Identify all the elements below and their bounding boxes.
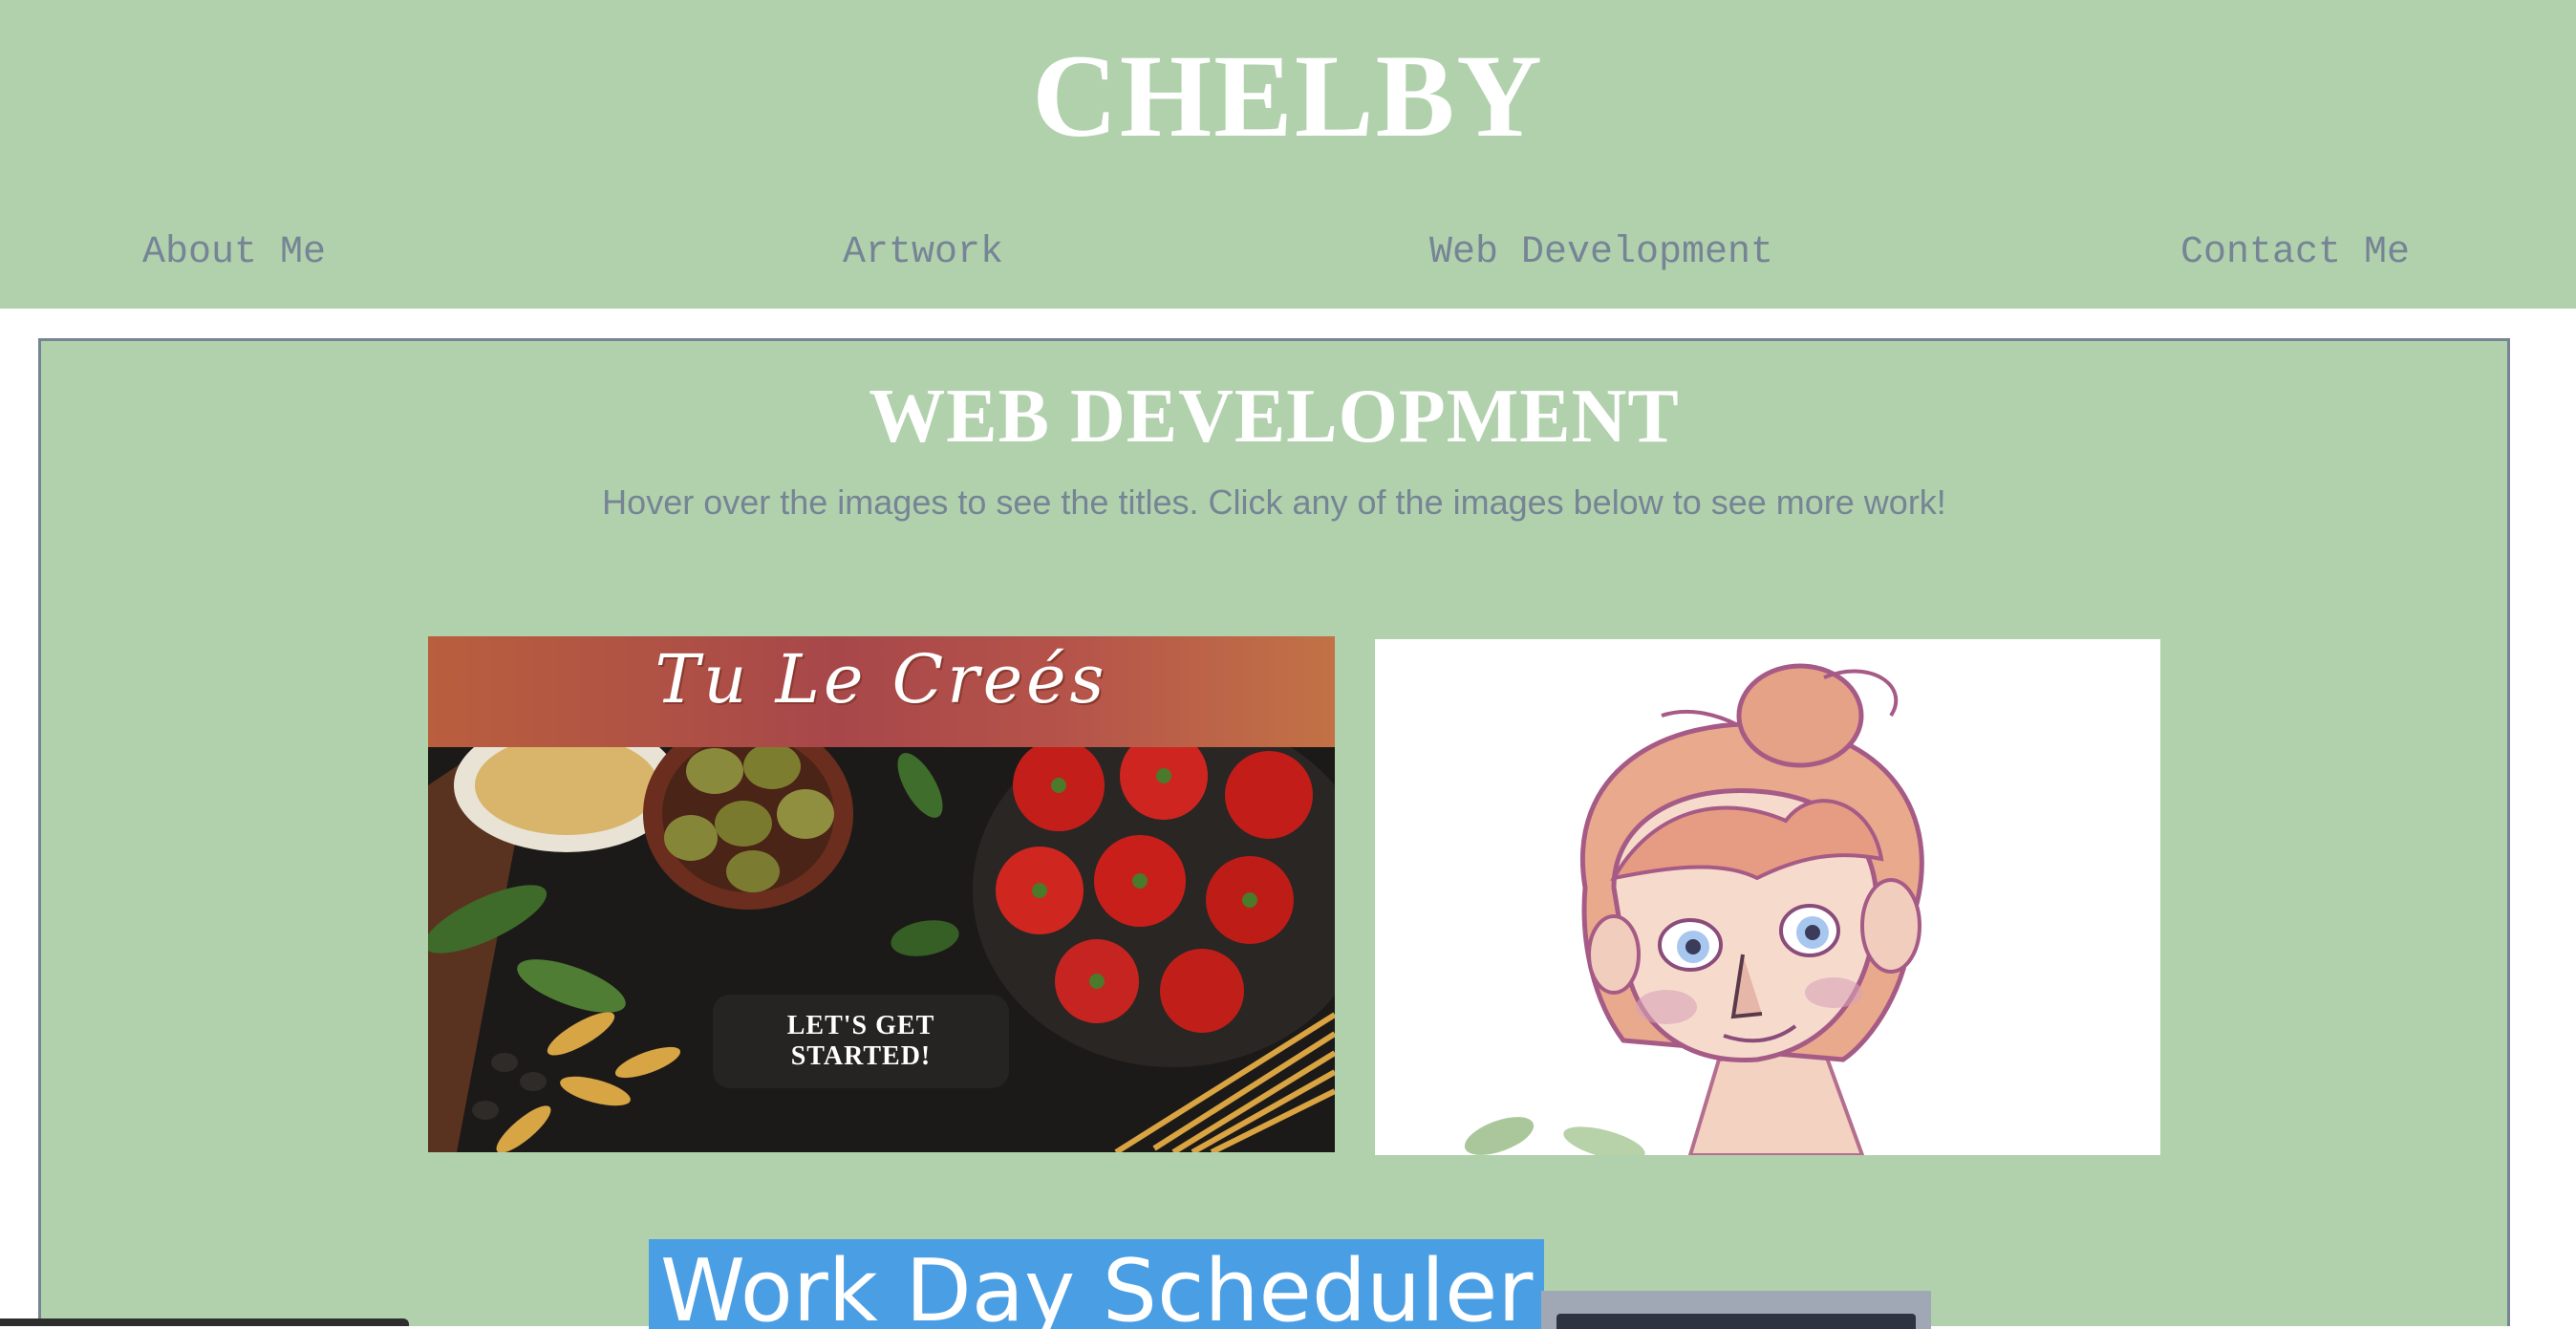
- project-card-character-art[interactable]: [1375, 639, 2160, 1155]
- site-title: CHELBY: [1032, 31, 1544, 161]
- nav-contact-me[interactable]: Contact Me: [2180, 231, 2410, 274]
- nav-web-development[interactable]: Web Development: [1429, 231, 1773, 274]
- section-title: WEB DEVELOPMENT: [869, 375, 1680, 459]
- lets-get-started-button[interactable]: LET'S GET STARTED!: [713, 995, 1009, 1088]
- bottom-edge-bar: [0, 1318, 409, 1326]
- tlc-banner: Tu Le Creés: [428, 636, 1335, 747]
- site-header: CHELBY About Me Artwork Web Development …: [0, 0, 2576, 309]
- character-portrait-image: [1375, 639, 2160, 1155]
- instructions-text: Hover over the images to see the titles.…: [602, 482, 1946, 522]
- web-development-section: WEB DEVELOPMENT Hover over the images to…: [38, 338, 2510, 1329]
- tlc-logo: Tu Le Creés: [655, 640, 1108, 718]
- nav-about-me[interactable]: About Me: [142, 231, 326, 274]
- work-day-scheduler-title[interactable]: Work Day Scheduler: [649, 1239, 1545, 1329]
- nav-artwork[interactable]: Artwork: [843, 231, 1003, 274]
- thumbnail-screenshot: [1556, 1314, 1916, 1329]
- main-nav: About Me Artwork Web Development Contact…: [0, 231, 2576, 289]
- project-card-tu-le-crees[interactable]: Tu Le Creés LET'S GET STARTED!: [428, 636, 1335, 1152]
- food-photo-image: [428, 747, 1335, 1152]
- work-day-scheduler-thumbnail[interactable]: [1541, 1291, 1931, 1329]
